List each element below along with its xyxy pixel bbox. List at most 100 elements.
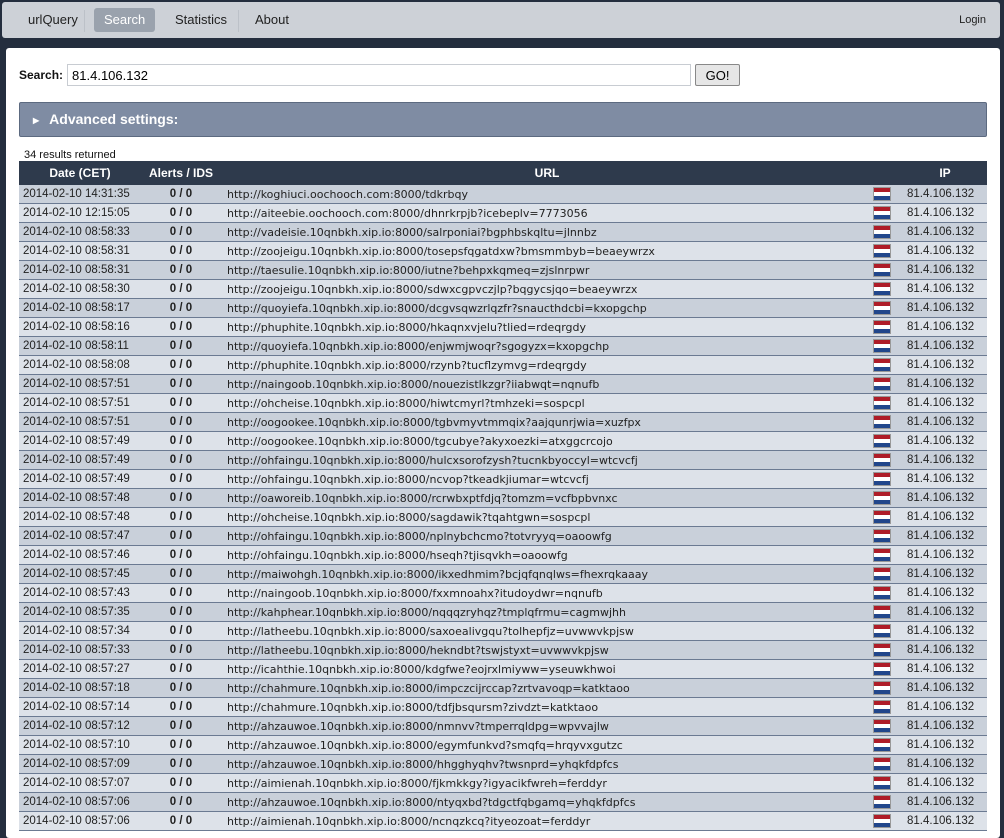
table-row[interactable]: 2014-02-10 08:57:48 0 / 0 http://oaworei…	[19, 488, 987, 508]
table-row[interactable]: 2014-02-10 08:57:49 0 / 0 http://ohfaing…	[19, 469, 987, 489]
row-url-link[interactable]: http://oogookee.10qnbkh.xip.io:8000/tgcu…	[221, 431, 873, 451]
row-url-link[interactable]: http://ahzauwoe.10qnbkh.xip.io:8000/hhgg…	[221, 754, 873, 774]
col-ip[interactable]: IP	[903, 161, 987, 185]
row-url-link[interactable]: http://quoyiefa.10qnbkh.xip.io:8000/enjw…	[221, 336, 873, 356]
row-ip-link[interactable]: 81.4.106.132	[903, 222, 987, 242]
row-ip-link[interactable]: 81.4.106.132	[903, 469, 987, 489]
row-url-link[interactable]: http://koghiuci.oochooch.com:8000/tdkrbq…	[221, 185, 873, 204]
row-url-link[interactable]: http://ahzauwoe.10qnbkh.xip.io:8000/nmnv…	[221, 716, 873, 736]
table-row[interactable]: 2014-02-10 08:57:12 0 / 0 http://ahzauwo…	[19, 716, 987, 736]
row-ip-link[interactable]: 81.4.106.132	[903, 279, 987, 299]
table-row[interactable]: 2014-02-10 08:57:27 0 / 0 http://icahthi…	[19, 659, 987, 679]
brand-link[interactable]: urlQuery	[18, 8, 88, 32]
row-ip-link[interactable]: 81.4.106.132	[903, 355, 987, 375]
row-url-link[interactable]: http://ohcheise.10qnbkh.xip.io:8000/sagd…	[221, 507, 873, 527]
table-row[interactable]: 2014-02-10 08:58:31 0 / 0 http://zoojeig…	[19, 241, 987, 261]
row-ip-link[interactable]: 81.4.106.132	[903, 602, 987, 622]
col-url[interactable]: URL	[221, 161, 873, 185]
row-ip-link[interactable]: 81.4.106.132	[903, 317, 987, 337]
table-row[interactable]: 2014-02-10 08:58:16 0 / 0 http://phuphit…	[19, 317, 987, 337]
row-url-link[interactable]: http://naingoob.10qnbkh.xip.io:8000/fxxm…	[221, 583, 873, 603]
row-url-link[interactable]: http://ahzauwoe.10qnbkh.xip.io:8000/ntyq…	[221, 792, 873, 812]
row-url-link[interactable]: http://chahmure.10qnbkh.xip.io:8000/tdfj…	[221, 697, 873, 717]
table-row[interactable]: 2014-02-10 08:57:49 0 / 0 http://ohfaing…	[19, 450, 987, 470]
row-url-link[interactable]: http://maiwohgh.10qnbkh.xip.io:8000/ikxe…	[221, 564, 873, 584]
row-url-link[interactable]: http://phuphite.10qnbkh.xip.io:8000/rzyn…	[221, 355, 873, 375]
row-url-link[interactable]: http://aiteebie.oochooch.com:8000/dhnrkr…	[221, 203, 873, 223]
table-row[interactable]: 2014-02-10 08:57:43 0 / 0 http://naingoo…	[19, 583, 987, 603]
row-ip-link[interactable]: 81.4.106.132	[903, 203, 987, 223]
row-ip-link[interactable]: 81.4.106.132	[903, 431, 987, 451]
row-url-link[interactable]: http://vadeisie.10qnbkh.xip.io:8000/salr…	[221, 222, 873, 242]
row-ip-link[interactable]: 81.4.106.132	[903, 621, 987, 641]
table-row[interactable]: 2014-02-10 12:15:05 0 / 0 http://aiteebi…	[19, 203, 987, 223]
table-row[interactable]: 2014-02-10 08:57:18 0 / 0 http://chahmur…	[19, 678, 987, 698]
row-url-link[interactable]: http://zoojeigu.10qnbkh.xip.io:8000/tose…	[221, 241, 873, 261]
nav-statistics[interactable]: Statistics	[165, 8, 237, 32]
table-row[interactable]: 2014-02-10 08:57:46 0 / 0 http://ohfaing…	[19, 545, 987, 565]
row-ip-link[interactable]: 81.4.106.132	[903, 185, 987, 204]
table-row[interactable]: 2014-02-10 08:57:09 0 / 0 http://ahzauwo…	[19, 754, 987, 774]
col-date[interactable]: Date (CET)	[19, 161, 141, 185]
row-ip-link[interactable]: 81.4.106.132	[903, 507, 987, 527]
row-ip-link[interactable]: 81.4.106.132	[903, 298, 987, 318]
row-url-link[interactable]: http://aimienah.10qnbkh.xip.io:8000/fjkm…	[221, 773, 873, 793]
row-ip-link[interactable]: 81.4.106.132	[903, 336, 987, 356]
row-ip-link[interactable]: 81.4.106.132	[903, 735, 987, 755]
row-ip-link[interactable]: 81.4.106.132	[903, 583, 987, 603]
table-row[interactable]: 2014-02-10 08:57:14 0 / 0 http://chahmur…	[19, 697, 987, 717]
row-ip-link[interactable]: 81.4.106.132	[903, 488, 987, 508]
table-row[interactable]: 2014-02-10 08:57:51 0 / 0 http://ohcheis…	[19, 393, 987, 413]
row-url-link[interactable]: http://chahmure.10qnbkh.xip.io:8000/impc…	[221, 678, 873, 698]
row-ip-link[interactable]: 81.4.106.132	[903, 260, 987, 280]
row-ip-link[interactable]: 81.4.106.132	[903, 754, 987, 774]
row-url-link[interactable]: http://phuphite.10qnbkh.xip.io:8000/hkaq…	[221, 317, 873, 337]
row-url-link[interactable]: http://kahphear.10qnbkh.xip.io:8000/nqqq…	[221, 602, 873, 622]
advanced-settings-toggle[interactable]: ▶ Advanced settings:	[19, 102, 987, 137]
table-row[interactable]: 2014-02-10 08:57:33 0 / 0 http://latheeb…	[19, 640, 987, 660]
row-url-link[interactable]: http://oaworeib.10qnbkh.xip.io:8000/rcrw…	[221, 488, 873, 508]
go-button[interactable]: GO!	[695, 64, 741, 86]
table-row[interactable]: 2014-02-10 08:58:30 0 / 0 http://zoojeig…	[19, 279, 987, 299]
row-url-link[interactable]: http://latheebu.10qnbkh.xip.io:8000/saxo…	[221, 621, 873, 641]
table-row[interactable]: 2014-02-10 08:57:47 0 / 0 http://ohfaing…	[19, 526, 987, 546]
row-ip-link[interactable]: 81.4.106.132	[903, 640, 987, 660]
table-row[interactable]: 2014-02-10 08:57:51 0 / 0 http://naingoo…	[19, 374, 987, 394]
table-row[interactable]: 2014-02-10 14:31:35 0 / 0 http://koghiuc…	[19, 185, 987, 204]
row-ip-link[interactable]: 81.4.106.132	[903, 393, 987, 413]
table-row[interactable]: 2014-02-10 08:57:51 0 / 0 http://oogooke…	[19, 412, 987, 432]
table-row[interactable]: 2014-02-10 08:57:07 0 / 0 http://aimiena…	[19, 773, 987, 793]
row-ip-link[interactable]: 81.4.106.132	[903, 773, 987, 793]
login-link[interactable]: Login	[949, 8, 996, 32]
table-row[interactable]: 2014-02-10 08:57:49 0 / 0 http://oogooke…	[19, 431, 987, 451]
table-row[interactable]: 2014-02-10 08:57:45 0 / 0 http://maiwohg…	[19, 564, 987, 584]
row-ip-link[interactable]: 81.4.106.132	[903, 792, 987, 812]
nav-about[interactable]: About	[245, 8, 299, 32]
row-ip-link[interactable]: 81.4.106.132	[903, 659, 987, 679]
col-alerts[interactable]: Alerts / IDS	[141, 161, 221, 185]
row-ip-link[interactable]: 81.4.106.132	[903, 526, 987, 546]
row-ip-link[interactable]: 81.4.106.132	[903, 678, 987, 698]
table-row[interactable]: 2014-02-10 08:58:17 0 / 0 http://quoyief…	[19, 298, 987, 318]
row-ip-link[interactable]: 81.4.106.132	[903, 241, 987, 261]
row-url-link[interactable]: http://ohfaingu.10qnbkh.xip.io:8000/hseq…	[221, 545, 873, 565]
row-ip-link[interactable]: 81.4.106.132	[903, 412, 987, 432]
table-row[interactable]: 2014-02-10 08:58:11 0 / 0 http://quoyief…	[19, 336, 987, 356]
row-ip-link[interactable]: 81.4.106.132	[903, 374, 987, 394]
nav-search[interactable]: Search	[94, 8, 156, 32]
table-row[interactable]: 2014-02-10 08:57:10 0 / 0 http://ahzauwo…	[19, 735, 987, 755]
row-ip-link[interactable]: 81.4.106.132	[903, 564, 987, 584]
row-ip-link[interactable]: 81.4.106.132	[903, 545, 987, 565]
row-url-link[interactable]: http://oogookee.10qnbkh.xip.io:8000/tgbv…	[221, 412, 873, 432]
row-ip-link[interactable]: 81.4.106.132	[903, 716, 987, 736]
row-url-link[interactable]: http://ohfaingu.10qnbkh.xip.io:8000/hulc…	[221, 450, 873, 470]
row-url-link[interactable]: http://ohfaingu.10qnbkh.xip.io:8000/ncvo…	[221, 469, 873, 489]
row-url-link[interactable]: http://ohfaingu.10qnbkh.xip.io:8000/npln…	[221, 526, 873, 546]
row-url-link[interactable]: http://ahzauwoe.10qnbkh.xip.io:8000/egym…	[221, 735, 873, 755]
row-url-link[interactable]: http://taesulie.10qnbkh.xip.io:8000/iutn…	[221, 260, 873, 280]
row-url-link[interactable]: http://ohcheise.10qnbkh.xip.io:8000/hiwt…	[221, 393, 873, 413]
table-row[interactable]: 2014-02-10 08:57:35 0 / 0 http://kahphea…	[19, 602, 987, 622]
table-row[interactable]: 2014-02-10 08:58:33 0 / 0 http://vadeisi…	[19, 222, 987, 242]
table-row[interactable]: 2014-02-10 08:58:08 0 / 0 http://phuphit…	[19, 355, 987, 375]
row-ip-link[interactable]: 81.4.106.132	[903, 450, 987, 470]
